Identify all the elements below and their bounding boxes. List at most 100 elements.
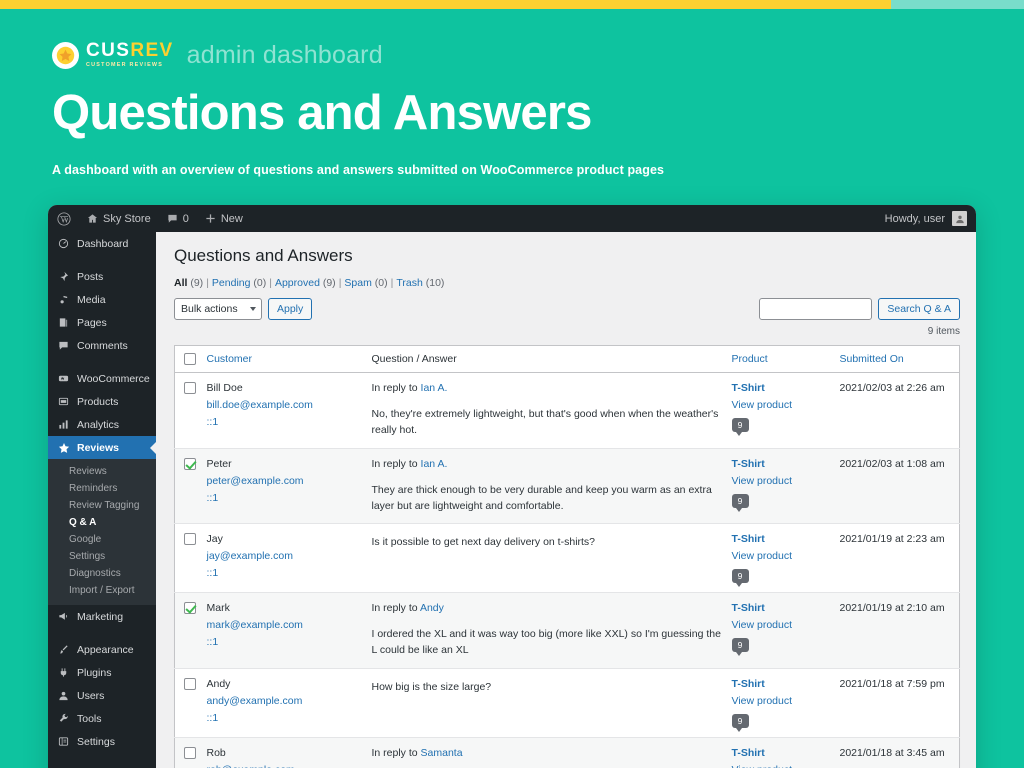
bulk-actions-select[interactable]: Bulk actions (174, 298, 262, 320)
question-answer-cell: How big is the size large? (367, 668, 728, 738)
customer-ip[interactable]: ::1 (207, 567, 364, 579)
customer-ip[interactable]: ::1 (207, 636, 364, 648)
row-checkbox[interactable] (184, 602, 196, 615)
product-comment-count-badge[interactable]: 9 (731, 418, 749, 436)
wp-logo-button[interactable] (48, 205, 79, 232)
product-name-link[interactable]: T-Shirt (732, 747, 832, 759)
filter-spam[interactable]: Spam (344, 277, 371, 289)
analytics-icon (57, 419, 70, 430)
row-checkbox[interactable] (184, 746, 196, 759)
sidebar-item-comments[interactable]: Comments (48, 334, 156, 357)
submenu-item-google[interactable]: Google (48, 531, 156, 548)
view-product-link[interactable]: View product (732, 550, 832, 562)
sidebar-item-tools[interactable]: Tools (48, 707, 156, 730)
search-input[interactable] (759, 298, 873, 320)
product-name-link[interactable]: T-Shirt (732, 533, 832, 545)
row-select-cell (174, 592, 203, 669)
submenu-item-review-tagging[interactable]: Review Tagging (48, 497, 156, 514)
col-header-product[interactable]: Product (727, 345, 836, 373)
submenu-item-reviews[interactable]: Reviews (48, 463, 156, 480)
plug-icon (57, 667, 70, 678)
filter-all[interactable]: All (174, 277, 187, 289)
sidebar-label: Tools (77, 712, 102, 725)
customer-email[interactable]: mark@example.com (207, 619, 364, 631)
sidebar-item-appearance[interactable]: Appearance (48, 638, 156, 661)
question-text: Is it possible to get next day delivery … (371, 536, 596, 549)
sidebar-item-users[interactable]: Users (48, 684, 156, 707)
customer-ip[interactable]: ::1 (207, 416, 364, 428)
product-comment-count-badge[interactable]: 9 (731, 638, 749, 657)
new-content-button[interactable]: New (197, 205, 251, 232)
search-qa-button[interactable]: Search Q & A (878, 298, 960, 320)
sidebar-item-settings[interactable]: Settings (48, 730, 156, 753)
col-header-customer[interactable]: Customer (202, 345, 368, 373)
sidebar-item-analytics[interactable]: Analytics (48, 413, 156, 436)
submenu-item-import-export[interactable]: Import / Export (48, 582, 156, 599)
sidebar-item-dashboard[interactable]: Dashboard (48, 232, 156, 255)
row-checkbox[interactable] (184, 457, 196, 470)
submitted-on-cell: 2021/01/18 at 7:59 pm (835, 668, 960, 738)
reply-target-link[interactable]: Ian A. (421, 382, 448, 394)
customer-email[interactable]: peter@example.com (207, 475, 364, 487)
row-checkbox[interactable] (184, 677, 196, 690)
logo-tagline: CUSTOMER REVIEWS (86, 62, 164, 69)
product-name-link[interactable]: T-Shirt (732, 678, 832, 690)
filter-approved[interactable]: Approved (275, 277, 320, 289)
sidebar-item-products[interactable]: Products (48, 390, 156, 413)
submenu-item-qa[interactable]: Q & A (48, 514, 156, 531)
product-comment-count-badge[interactable]: 9 (731, 569, 749, 588)
row-select-cell (174, 523, 203, 594)
reply-target-link[interactable]: Andy (420, 602, 444, 614)
menu-separator (48, 255, 156, 265)
pin-icon (57, 271, 70, 282)
sidebar-item-media[interactable]: Media (48, 288, 156, 311)
comments-button[interactable]: 0 (159, 205, 197, 232)
view-product-link[interactable]: View product (732, 399, 832, 411)
site-name-label: Sky Store (103, 212, 151, 225)
sidebar-item-posts[interactable]: Posts (48, 265, 156, 288)
product-name-link[interactable]: T-Shirt (732, 382, 832, 394)
select-all-checkbox[interactable] (184, 353, 196, 365)
apply-button[interactable]: Apply (268, 298, 313, 320)
product-name-link[interactable]: T-Shirt (732, 458, 832, 470)
sidebar-label: WooCommerce (77, 372, 150, 385)
star-icon (52, 41, 79, 69)
customer-email[interactable]: jay@example.com (207, 550, 364, 562)
sidebar-label: Plugins (77, 666, 112, 679)
sidebar-item-reviews[interactable]: Reviews (48, 436, 156, 459)
filter-trash[interactable]: Trash (396, 277, 422, 289)
row-checkbox[interactable] (184, 382, 196, 394)
collapse-menu-button[interactable]: Collapse menu (48, 763, 156, 768)
product-comment-count-badge[interactable]: 9 (731, 713, 749, 732)
customer-ip[interactable]: ::1 (207, 712, 364, 724)
filter-pending[interactable]: Pending (212, 277, 251, 289)
view-product-link[interactable]: View product (732, 695, 832, 707)
submenu-item-diagnostics[interactable]: Diagnostics (48, 565, 156, 582)
row-select-cell (174, 668, 203, 738)
sidebar-item-woocommerce[interactable]: WooCommerce (48, 367, 156, 390)
product-comment-count-badge[interactable]: 9 (731, 493, 749, 512)
view-product-link[interactable]: View product (732, 764, 832, 768)
sidebar-item-plugins[interactable]: Plugins (48, 661, 156, 684)
customer-email[interactable]: bill.doe@example.com (207, 399, 364, 411)
product-name-link[interactable]: T-Shirt (732, 602, 832, 614)
promo-header: CUSREV CUSTOMER REVIEWS admin dashboard … (0, 0, 1024, 177)
account-menu[interactable]: Howdy, user (885, 211, 976, 226)
sidebar-item-marketing[interactable]: Marketing (48, 605, 156, 628)
sidebar-item-pages[interactable]: Pages (48, 311, 156, 334)
wordpress-icon (57, 211, 71, 226)
submenu-item-settings[interactable]: Settings (48, 548, 156, 565)
product-cell: T-Shirt View product 9 (727, 372, 836, 449)
customer-ip[interactable]: ::1 (207, 492, 364, 504)
site-name-button[interactable]: Sky Store (79, 205, 159, 232)
submenu-item-reminders[interactable]: Reminders (48, 480, 156, 497)
row-checkbox[interactable] (184, 533, 196, 546)
customer-email[interactable]: rob@example.com (207, 764, 364, 768)
customer-email[interactable]: andy@example.com (207, 695, 364, 707)
customer-name: Bill Doe (206, 382, 243, 394)
reply-target-link[interactable]: Ian A. (421, 458, 448, 470)
view-product-link[interactable]: View product (732, 475, 832, 487)
reply-target-link[interactable]: Samanta (421, 747, 463, 759)
col-header-submitted-on[interactable]: Submitted On (835, 345, 960, 373)
view-product-link[interactable]: View product (732, 619, 832, 631)
